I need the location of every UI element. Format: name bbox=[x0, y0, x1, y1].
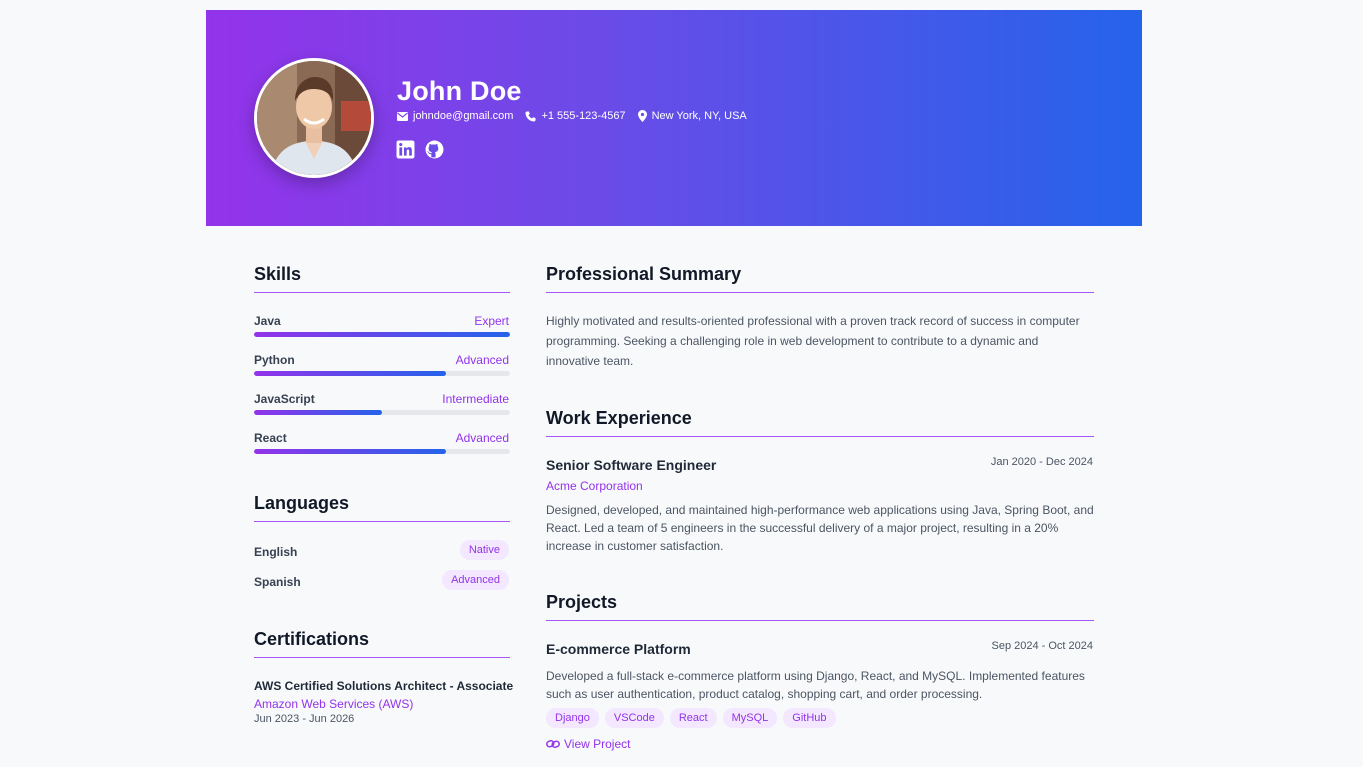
language-name: Spanish bbox=[254, 575, 301, 589]
projects-heading: Projects bbox=[546, 592, 618, 612]
summary-text: Highly motivated and results-oriented pr… bbox=[546, 314, 1080, 368]
skill-bar-fill bbox=[254, 371, 446, 376]
view-project-link[interactable]: View Project bbox=[546, 737, 630, 751]
languages-heading: Languages bbox=[254, 493, 350, 513]
language-level-badge: Advanced bbox=[442, 570, 509, 590]
map-pin-icon bbox=[637, 110, 647, 122]
github-icon[interactable] bbox=[425, 140, 444, 159]
project-tags: Django VSCode React MySQL GitHub bbox=[546, 708, 836, 728]
language-name: English bbox=[254, 545, 298, 559]
job-description: Designed, developed, and maintained high… bbox=[546, 503, 1094, 553]
job-company: Acme Corporation bbox=[546, 479, 643, 493]
summary-heading: Professional Summary bbox=[546, 264, 742, 284]
certifications-divider bbox=[254, 657, 510, 658]
location-text: New York, NY, USA bbox=[651, 110, 747, 122]
resume-page: John Doe johndoe@gmail.com +1 555-123-45… bbox=[0, 0, 1363, 767]
view-project-label: View Project bbox=[564, 737, 631, 751]
email-text: johndoe@gmail.com bbox=[413, 110, 514, 122]
certification-dates: Jun 2023 - Jun 2026 bbox=[254, 713, 355, 725]
skill-bar-fill bbox=[254, 332, 510, 337]
social-links bbox=[396, 140, 444, 159]
contact-location: New York, NY, USA bbox=[637, 110, 747, 122]
job-title: Senior Software Engineer bbox=[546, 457, 717, 473]
skill-bar bbox=[254, 449, 510, 454]
skill-bar bbox=[254, 371, 510, 376]
summary-divider bbox=[546, 292, 1094, 293]
contact-email: johndoe@gmail.com bbox=[397, 110, 513, 122]
language-level-badge: Native bbox=[459, 540, 509, 560]
experience-heading: Work Experience bbox=[546, 408, 692, 428]
profile-header: John Doe johndoe@gmail.com +1 555-123-45… bbox=[206, 10, 1142, 226]
linkedin-icon[interactable] bbox=[396, 140, 415, 159]
link-icon bbox=[546, 739, 560, 749]
skill-level: Intermediate bbox=[442, 392, 509, 406]
experience-divider bbox=[546, 436, 1094, 437]
skill-bar-fill bbox=[254, 449, 446, 454]
certification-issuer: Amazon Web Services (AWS) bbox=[254, 697, 414, 711]
skill-name: Java bbox=[254, 314, 281, 328]
certifications-heading: Certifications bbox=[254, 629, 370, 649]
skill-name: JavaScript bbox=[254, 392, 315, 406]
project-dates: Sep 2024 - Oct 2024 bbox=[991, 640, 1093, 652]
languages-divider bbox=[254, 521, 510, 522]
project-title: E-commerce Platform bbox=[546, 641, 691, 657]
skills-divider bbox=[254, 292, 510, 293]
skill-bar bbox=[254, 332, 510, 337]
skill-name: Python bbox=[254, 353, 295, 367]
skills-heading: Skills bbox=[254, 264, 302, 284]
phone-text: +1 555-123-4567 bbox=[541, 110, 626, 122]
phone-icon bbox=[525, 111, 536, 121]
tech-tag: React bbox=[669, 708, 717, 728]
skill-bar bbox=[254, 410, 510, 415]
envelope-icon bbox=[397, 111, 408, 121]
tech-tag: Django bbox=[546, 708, 599, 728]
job-dates: Jan 2020 - Dec 2024 bbox=[990, 456, 1093, 468]
avatar bbox=[254, 58, 374, 178]
skill-level: Expert bbox=[474, 314, 509, 328]
skill-level: Advanced bbox=[455, 431, 509, 445]
tech-tag: GitHub bbox=[783, 708, 836, 728]
contact-phone: +1 555-123-4567 bbox=[525, 110, 626, 122]
projects-divider bbox=[546, 620, 1094, 621]
contact-info: johndoe@gmail.com +1 555-123-4567 New Yo… bbox=[397, 110, 759, 122]
candidate-name: John Doe bbox=[397, 76, 522, 106]
skill-name: React bbox=[254, 431, 287, 445]
tech-tag: VSCode bbox=[604, 708, 664, 728]
certification-title: AWS Certified Solutions Architect - Asso… bbox=[254, 679, 514, 693]
tech-tag: MySQL bbox=[722, 708, 778, 728]
skill-bar-fill bbox=[254, 410, 382, 415]
project-description: Developed a full-stack e-commerce platfo… bbox=[546, 669, 1085, 701]
skill-level: Advanced bbox=[455, 353, 509, 367]
